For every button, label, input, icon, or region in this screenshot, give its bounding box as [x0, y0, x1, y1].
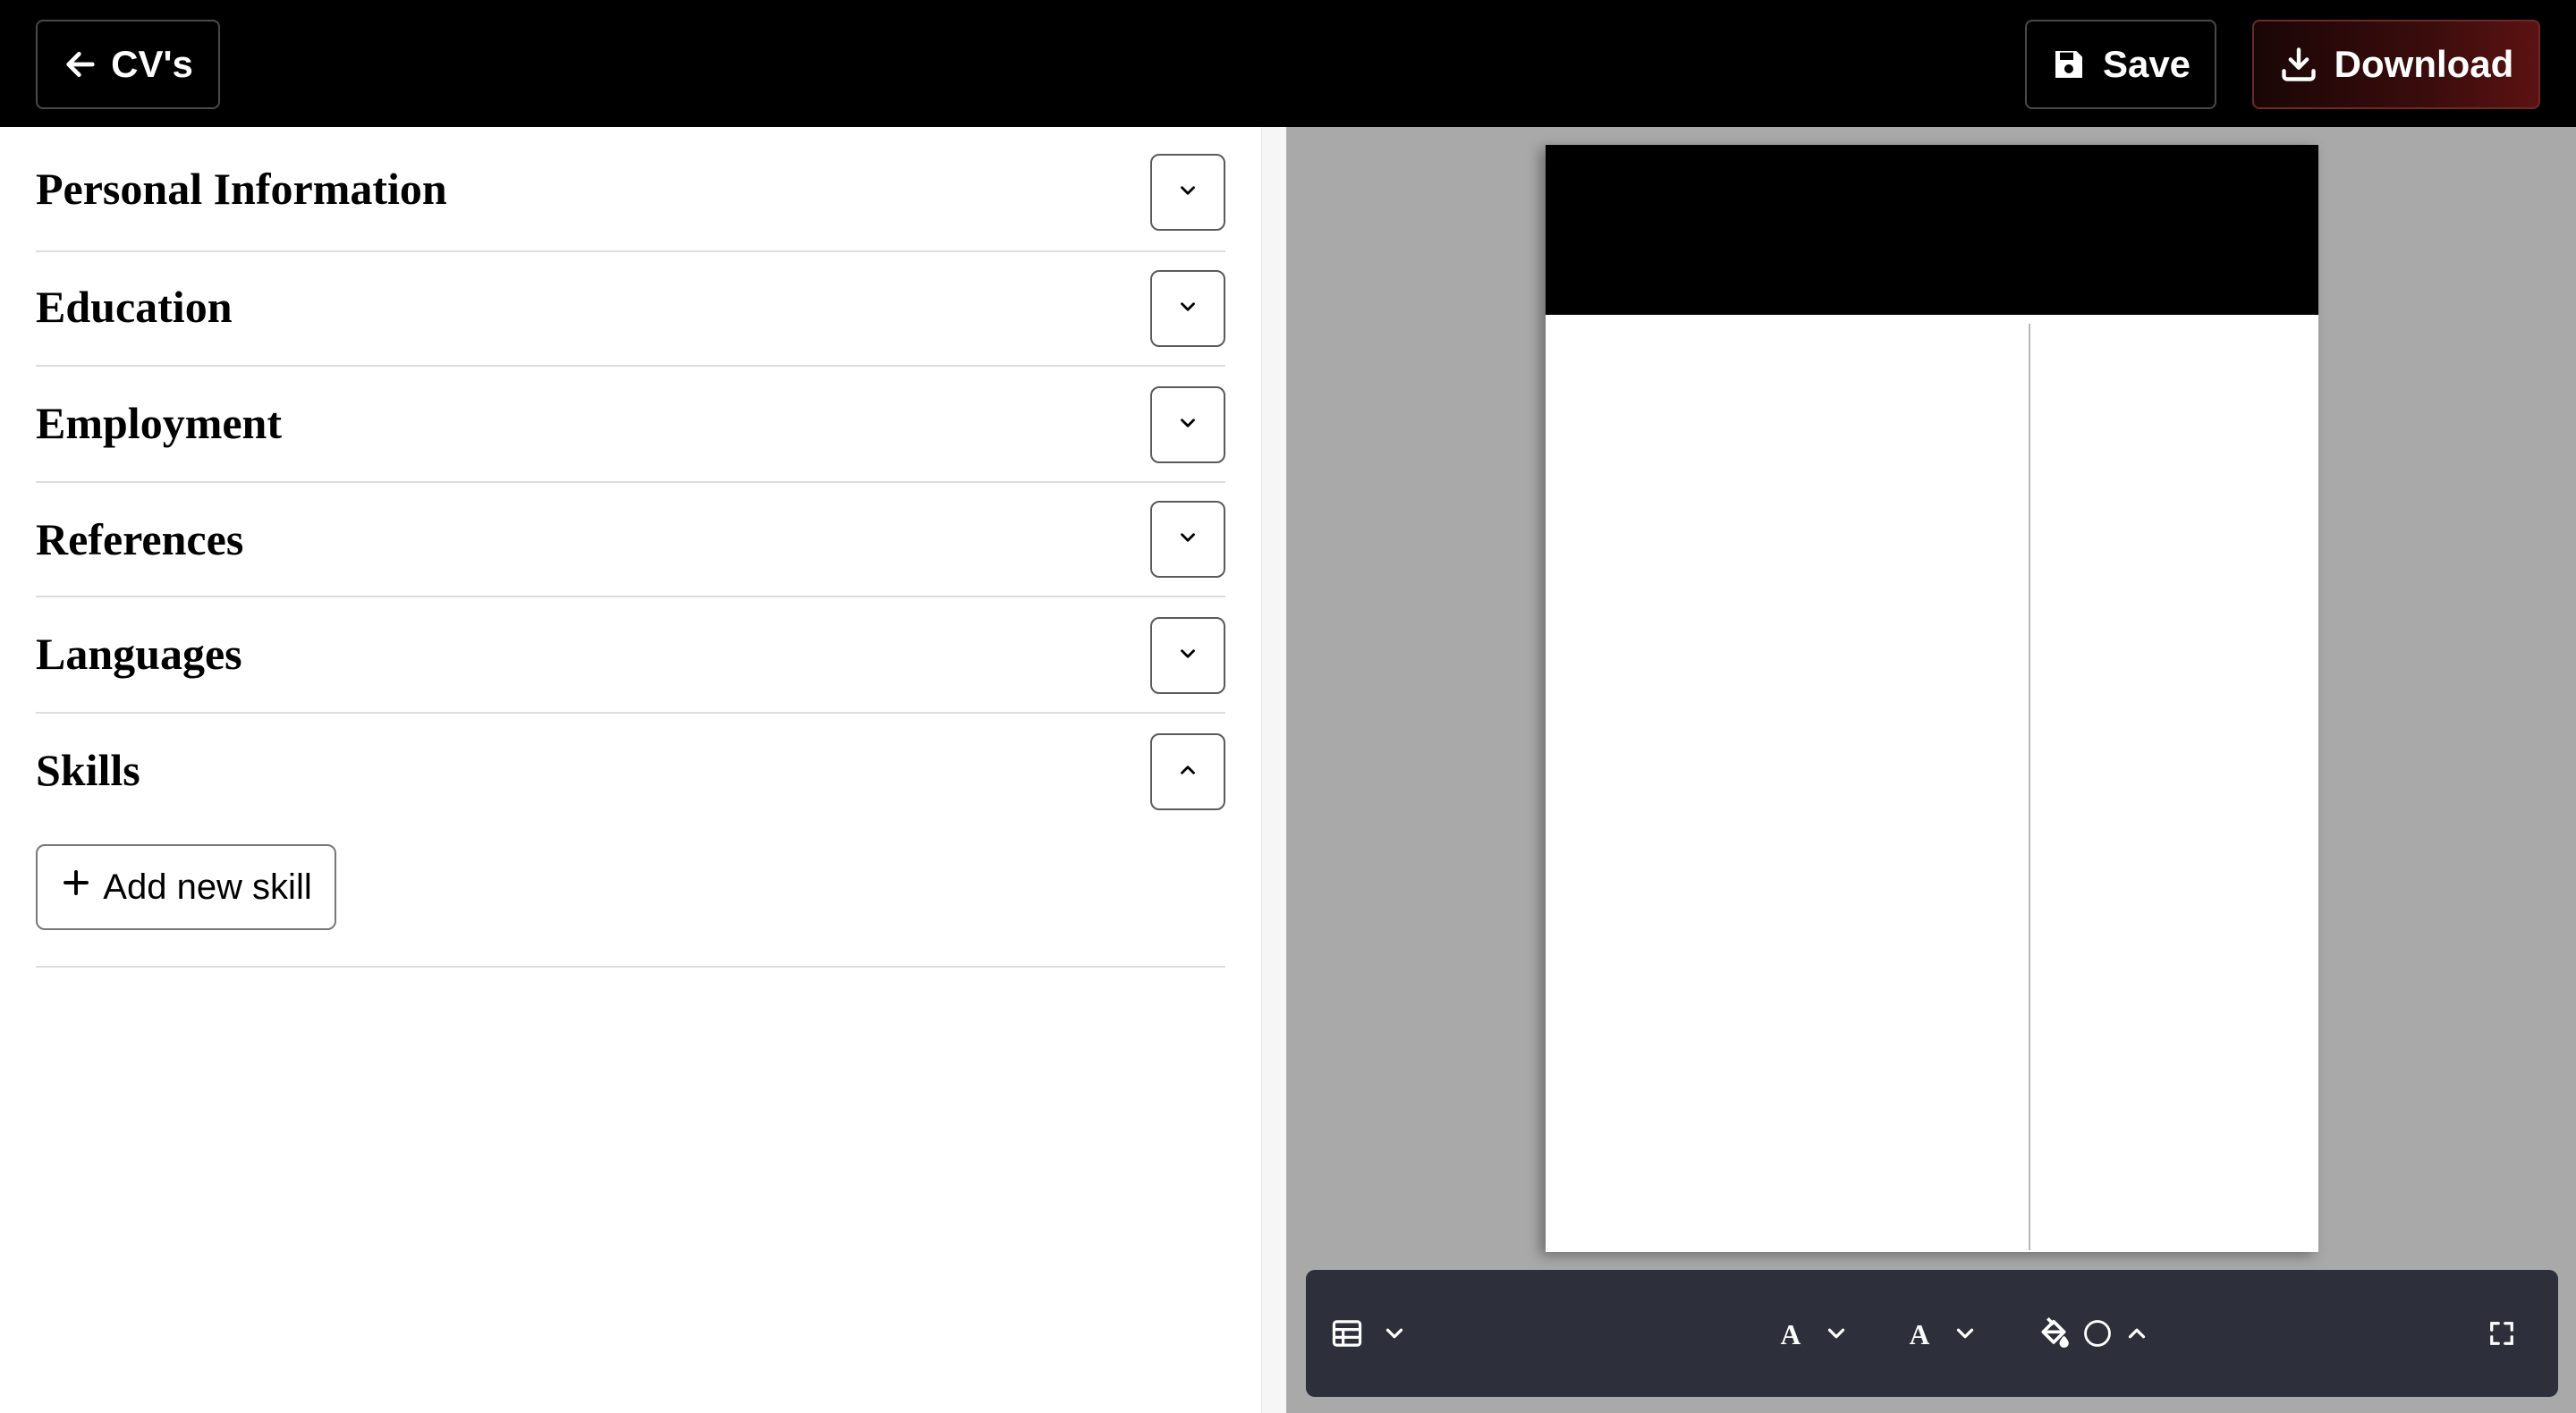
divider	[36, 966, 1225, 968]
add-new-skill-button[interactable]: Add new skill	[36, 844, 336, 930]
download-icon	[2279, 45, 2318, 84]
expand-section-button[interactable]	[1150, 617, 1225, 694]
section-title: References	[36, 514, 244, 564]
section-title: Skills	[36, 745, 140, 795]
chevron-down-icon	[1176, 179, 1199, 207]
arrow-left-icon	[63, 47, 98, 82]
download-button-label: Download	[2334, 43, 2514, 85]
chevron-up-icon	[1176, 758, 1199, 786]
cv-header-block	[1546, 145, 2318, 315]
font-a-icon: A	[1905, 1318, 1934, 1349]
color-picker[interactable]	[2036, 1270, 2150, 1397]
chevron-down-icon	[1176, 411, 1199, 439]
cv-page-preview[interactable]	[1546, 145, 2318, 1252]
layout-dropdown[interactable]	[1331, 1270, 1408, 1397]
paint-bucket-icon	[2036, 1316, 2072, 1351]
cv-preview-area: A A	[1286, 127, 2576, 1413]
expand-section-button[interactable]	[1150, 270, 1225, 347]
chevron-down-icon	[1176, 526, 1199, 554]
section-references: References	[36, 483, 1225, 597]
svg-text:A: A	[1910, 1319, 1930, 1349]
chevron-up-icon	[2123, 1320, 2150, 1347]
save-button-label: Save	[2102, 43, 2191, 85]
plus-icon	[60, 867, 92, 908]
preview-toolbar: A A	[1306, 1270, 2558, 1397]
chevron-down-icon	[1952, 1320, 1979, 1347]
section-title: Employment	[36, 398, 282, 448]
add-skill-label: Add new skill	[103, 867, 312, 907]
table-icon	[1331, 1319, 1363, 1348]
fullscreen-button[interactable]	[2488, 1270, 2515, 1397]
editor-panel: Personal Information Education Employmen…	[0, 127, 1261, 1413]
color-swatch-circle-icon	[2082, 1318, 2113, 1349]
expand-section-button[interactable]	[1150, 154, 1225, 231]
cv-column-divider	[2029, 324, 2030, 1250]
expand-section-button[interactable]	[1150, 386, 1225, 463]
chevron-down-icon	[1823, 1320, 1850, 1347]
section-title: Education	[36, 282, 233, 332]
section-title: Personal Information	[36, 164, 447, 214]
section-skills: Skills	[36, 714, 1225, 830]
back-to-cvs-button[interactable]: CV's	[36, 20, 220, 109]
section-languages: Languages	[36, 597, 1225, 714]
section-personal-information: Personal Information	[36, 127, 1225, 252]
expand-icon	[2488, 1320, 2515, 1347]
section-education: Education	[36, 252, 1225, 367]
font-a-icon: A	[1776, 1318, 1805, 1349]
download-button[interactable]: Download	[2252, 20, 2540, 109]
svg-text:A: A	[1781, 1319, 1801, 1349]
section-employment: Employment	[36, 367, 1225, 483]
back-button-label: CV's	[111, 43, 193, 85]
floppy-disk-icon	[2051, 47, 2087, 82]
font-dropdown-2[interactable]: A	[1905, 1270, 1979, 1397]
save-button[interactable]: Save	[2025, 20, 2216, 109]
expand-section-button[interactable]	[1150, 501, 1225, 578]
chevron-down-icon	[1381, 1320, 1408, 1347]
collapse-section-button[interactable]	[1150, 733, 1225, 810]
chevron-down-icon	[1176, 642, 1199, 670]
scrollbar[interactable]	[1261, 127, 1287, 1413]
top-bar: CV's Save Download	[0, 0, 2576, 127]
font-dropdown-1[interactable]: A	[1776, 1270, 1850, 1397]
section-title: Languages	[36, 629, 242, 679]
chevron-down-icon	[1176, 295, 1199, 323]
